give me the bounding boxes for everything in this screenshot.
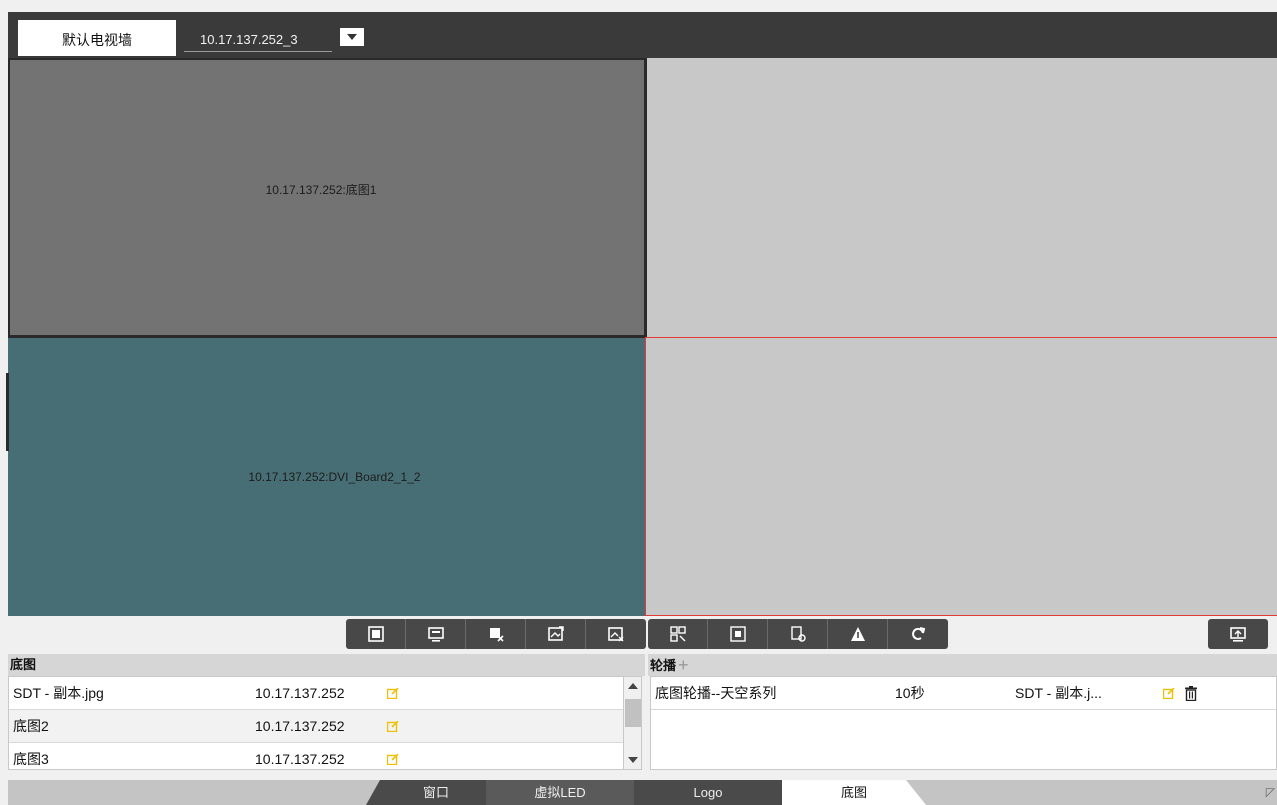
cell-1-label: 10.17.137.252:底图1 — [265, 183, 377, 197]
scroll-thumb[interactable] — [625, 699, 641, 727]
carousel-interval: 10秒 — [895, 685, 925, 701]
wall-cell-2[interactable] — [645, 58, 1277, 337]
bottom-tab-bar: 窗口 虚拟LED Logo 底图 ◸ — [8, 780, 1277, 805]
wall-cell-3[interactable]: 10.17.137.252:DVI_Board2_1_2 — [8, 337, 645, 616]
scroll-down-icon[interactable] — [628, 757, 638, 763]
play-window-icon — [367, 626, 384, 642]
background-panel-title: 底图 — [10, 657, 37, 672]
upload-button[interactable] — [1208, 619, 1268, 649]
cell-3-label: 10.17.137.252:DVI_Board2_1_2 — [248, 470, 421, 484]
collapse-icon[interactable]: ◸ — [1266, 785, 1275, 799]
wall-edge-marker — [6, 373, 9, 451]
list-item[interactable]: 底图轮播--天空系列 10秒 SDT - 副本.j... — [651, 677, 1276, 710]
toolbar-group-left — [346, 619, 646, 649]
warning-icon — [850, 627, 865, 641]
monitor-button[interactable] — [406, 619, 466, 649]
carousel-list: 底图轮播--天空系列 10秒 SDT - 副本.j... — [650, 676, 1277, 770]
image-name: 底图3 — [13, 751, 49, 767]
split-screen-button[interactable] — [648, 619, 708, 649]
wall-toolbar — [8, 616, 1277, 652]
image-export-button[interactable] — [526, 619, 586, 649]
monitor-icon — [427, 627, 444, 642]
chevron-down-icon[interactable] — [340, 28, 364, 46]
image-name: 底图2 — [13, 718, 49, 734]
image-ip: 10.17.137.252 — [255, 685, 345, 701]
list-item[interactable]: 底图3 10.17.137.252 — [9, 743, 641, 769]
list-scrollbar[interactable] — [623, 677, 641, 769]
clear-icon — [790, 626, 806, 642]
trash-icon[interactable] — [1184, 686, 1198, 701]
background-image-list: SDT - 副本.jpg 10.17.137.252 底图2 10.17.137… — [8, 676, 642, 770]
image-ip: 10.17.137.252 — [255, 751, 345, 767]
tab-background[interactable]: 底图 — [782, 780, 926, 805]
refresh-button[interactable] — [888, 619, 948, 649]
list-item[interactable]: SDT - 副本.jpg 10.17.137.252 — [9, 677, 641, 710]
wall-cell-1[interactable]: 10.17.137.252:底图1 — [8, 58, 645, 337]
edit-icon[interactable] — [1163, 688, 1175, 699]
upload-icon — [1230, 627, 1246, 642]
background-panel-header: 底图 — [8, 654, 645, 676]
list-item[interactable]: 底图2 10.17.137.252 — [9, 710, 641, 743]
warning-button[interactable] — [828, 619, 888, 649]
wall-header: 默认电视墙 10.17.137.252_3 — [0, 0, 1277, 58]
edit-icon[interactable] — [387, 688, 399, 699]
carousel-panel-title: 轮播 — [650, 658, 677, 673]
play-window-button[interactable] — [346, 619, 406, 649]
split-screen-icon — [669, 626, 686, 642]
image-remove-button[interactable] — [586, 619, 646, 649]
clear-button[interactable] — [768, 619, 828, 649]
toolbar-group-upload — [1208, 619, 1268, 649]
close-window-button[interactable] — [466, 619, 526, 649]
image-ip: 10.17.137.252 — [255, 718, 345, 734]
tab-default-video-wall[interactable]: 默认电视墙 — [18, 20, 176, 56]
carousel-image: SDT - 副本.j... — [1015, 685, 1102, 701]
video-wall-grid: 10.17.137.252:底图1 10.17.137.252:DVI_Boar… — [8, 58, 1277, 616]
carousel-panel-header: 轮播 + — [648, 654, 1277, 676]
refresh-icon — [912, 627, 926, 640]
fullscreen-icon — [729, 626, 746, 642]
toolbar-group-right — [648, 619, 948, 649]
edit-icon[interactable] — [387, 754, 399, 765]
wall-name-field[interactable]: 10.17.137.252_3 — [184, 30, 332, 52]
wall-cell-4-selected[interactable] — [645, 337, 1277, 616]
edit-icon[interactable] — [387, 721, 399, 732]
image-remove-icon — [608, 627, 624, 642]
close-window-icon — [489, 628, 504, 642]
tab-window[interactable]: 窗口 — [366, 780, 506, 805]
carousel-name: 底图轮播--天空系列 — [655, 685, 777, 701]
add-carousel-icon[interactable]: + — [678, 654, 689, 676]
image-export-icon — [547, 626, 564, 641]
image-name: SDT - 副本.jpg — [13, 685, 104, 701]
fullscreen-button[interactable] — [708, 619, 768, 649]
tab-virtual-led[interactable]: 虚拟LED — [486, 780, 634, 805]
scroll-up-icon[interactable] — [628, 683, 638, 689]
tab-logo[interactable]: Logo — [634, 780, 782, 805]
